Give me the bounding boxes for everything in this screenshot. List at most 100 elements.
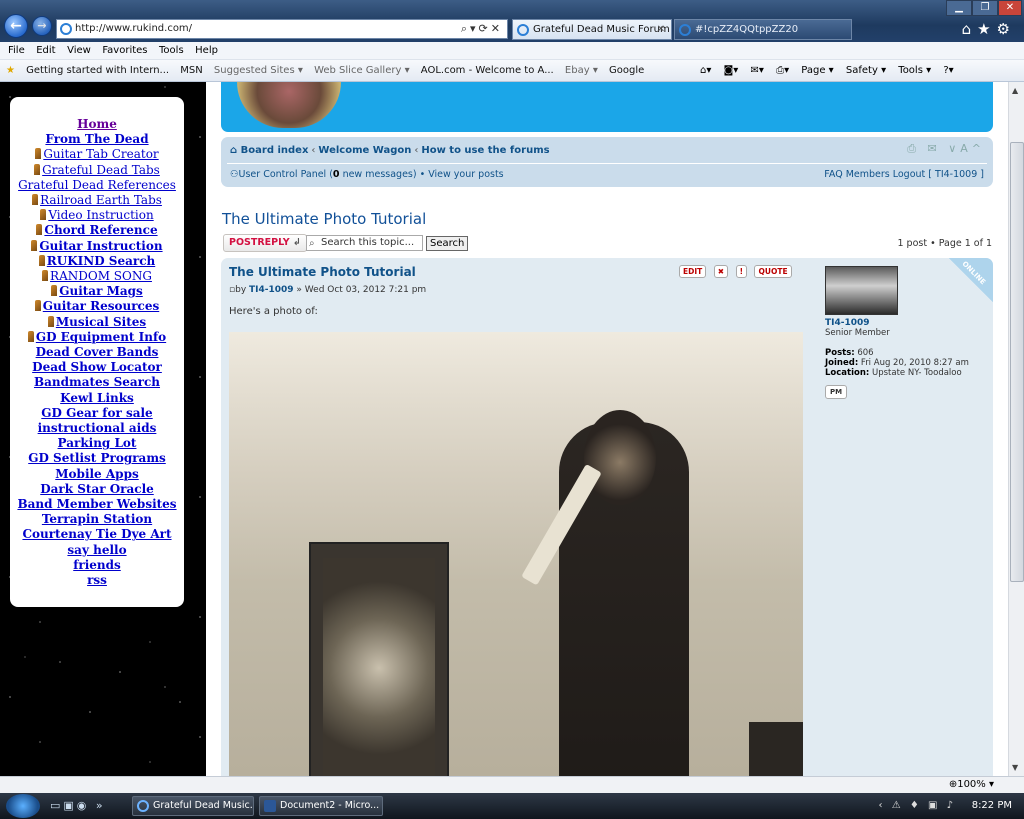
sidebar-link-video-instruction[interactable]: Video Instruction (10, 208, 184, 223)
user-control-panel[interactable]: ⚇User Control Panel (0 new messages) • V… (230, 169, 504, 180)
edit-button[interactable]: EDIT (679, 265, 707, 278)
sidebar-link-instructional-aids[interactable]: instructional aids (10, 421, 184, 436)
menu-help[interactable]: Help (195, 42, 218, 60)
profile-name[interactable]: TI4-1009 (825, 318, 985, 328)
menu-edit[interactable]: Edit (36, 42, 55, 60)
page-menu[interactable]: Page ▾ (801, 65, 833, 76)
tab-grateful-dead-forum[interactable]: Grateful Dead Music Forum ✕ (512, 19, 672, 40)
address-bar[interactable]: http://www.rukind.com/ ⌕▾⟳✕ (56, 19, 508, 39)
sidebar-link-guitar-mags[interactable]: Guitar Mags (10, 284, 184, 299)
sidebar-link-railroad-earth-tabs[interactable]: Railroad Earth Tabs (10, 193, 184, 208)
tab-second[interactable]: #!cpZZ4QQtppZZ20 (674, 19, 852, 40)
avatar[interactable] (825, 266, 898, 315)
menu-favorites[interactable]: Favorites (102, 42, 147, 60)
search-topic-input[interactable]: ⌕ Search this topic... (306, 235, 423, 251)
sidebar-link-band-member-websites[interactable]: Band Member Websites (10, 497, 184, 512)
sidebar-link-label: Guitar Tab Creator (43, 147, 159, 162)
sidebar-link-label: Dead Cover Bands (35, 345, 159, 360)
task-ie[interactable]: Grateful Dead Music... (132, 796, 254, 816)
forward-button[interactable]: → (32, 16, 52, 36)
sidebar-link-guitar-instruction[interactable]: Guitar Instruction (10, 239, 184, 254)
sidebar-link-dead-show-locator[interactable]: Dead Show Locator (10, 360, 184, 375)
close-button[interactable]: ✕ (998, 0, 1022, 16)
menu-file[interactable]: File (8, 42, 25, 60)
breadcrumb-board-index[interactable]: Board index (241, 145, 309, 156)
sidebar-link-random-song[interactable]: RANDOM SONG (10, 269, 184, 284)
close-tab-icon[interactable]: ✕ (657, 20, 665, 40)
fav-web-slice[interactable]: Web Slice Gallery ▾ (314, 60, 410, 81)
sidebar-link-say-hello[interactable]: say hello (10, 543, 184, 558)
help-icon[interactable]: ?▾ (943, 65, 953, 76)
faq-members-logout[interactable]: FAQ Members Logout [ TI4-1009 ] (824, 169, 984, 180)
favorites-star-icon[interactable]: ★ (6, 60, 15, 81)
sidebar-link-terrapin-station[interactable]: Terrapin Station (10, 512, 184, 527)
system-tray-icons[interactable]: ‹ ⚠ ♦ ▣ ♪ (879, 800, 956, 811)
delete-button[interactable]: ✖ (713, 265, 729, 278)
sidebar-link-home[interactable]: Home (10, 117, 184, 132)
fav-msn[interactable]: MSN (180, 60, 202, 81)
task-word[interactable]: Document2 - Micro... (259, 796, 383, 816)
print-icon[interactable]: ⎙▾ (776, 65, 789, 76)
vertical-scrollbar[interactable]: ▲ ▼ (1008, 82, 1024, 776)
sidebar-link-bandmates-search[interactable]: Bandmates Search (10, 375, 184, 390)
sidebar-link-courtenay-tie-dye-art[interactable]: Courtenay Tie Dye Art (10, 527, 184, 542)
scroll-up-icon[interactable]: ▲ (1012, 86, 1018, 95)
sidebar-link-label: Chord Reference (44, 223, 158, 238)
topic-title[interactable]: The Ultimate Photo Tutorial (222, 210, 426, 228)
sidebar-link-grateful-dead-tabs[interactable]: Grateful Dead Tabs (10, 163, 184, 178)
sidebar-link-kewl-links[interactable]: Kewl Links (10, 391, 184, 406)
menu-view[interactable]: View (67, 42, 91, 60)
zoom-level[interactable]: ⊕100% ▾ (949, 777, 994, 793)
safety-menu[interactable]: Safety ▾ (846, 65, 886, 76)
fav-google[interactable]: Google (609, 60, 644, 81)
tools-menu[interactable]: Tools ▾ (898, 65, 931, 76)
sidebar-link-mobile-apps[interactable]: Mobile Apps (10, 467, 184, 482)
sidebar-link-gd-gear-for-sale[interactable]: GD Gear for sale (10, 406, 184, 421)
scrollbar-thumb[interactable] (1010, 142, 1024, 582)
sidebar-link-dark-star-oracle[interactable]: Dark Star Oracle (10, 482, 184, 497)
guitar-icon (32, 194, 39, 206)
home-favorites-tools-icons[interactable]: ⌂★⚙ (962, 20, 1016, 38)
sidebar-link-label: Bandmates Search (33, 375, 161, 390)
back-button[interactable]: ← (4, 14, 28, 38)
pm-button[interactable]: PM (825, 385, 847, 399)
sidebar-link-rukind-search[interactable]: RUKIND Search (10, 254, 184, 269)
search-button[interactable]: Search (426, 236, 469, 251)
report-button[interactable]: ! (735, 265, 747, 278)
home-icon[interactable]: ⌂▾ (700, 65, 711, 76)
minimize-button[interactable]: ▁ (946, 0, 972, 16)
quick-launch-icons[interactable]: ▭▣◉ » (50, 799, 106, 812)
menu-tools[interactable]: Tools (159, 42, 184, 60)
mail-icon[interactable]: ✉▾ (750, 65, 763, 76)
sidebar-link-musical-sites[interactable]: Musical Sites (10, 315, 184, 330)
page-tools-icons[interactable]: ⎙ ✉ ∨A^ (907, 142, 985, 156)
fav-getting-started[interactable]: Getting started with Intern... (26, 60, 169, 81)
start-button[interactable] (6, 794, 40, 818)
sidebar-link-friends[interactable]: friends (10, 558, 184, 573)
fav-suggested-sites[interactable]: Suggested Sites ▾ (214, 60, 303, 81)
post-reply-button[interactable]: POSTREPLY ↲ (223, 234, 307, 252)
breadcrumb-welcome-wagon[interactable]: Welcome Wagon (318, 145, 411, 156)
fav-ebay[interactable]: Ebay ▾ (565, 60, 598, 81)
sidebar-link-chord-reference[interactable]: Chord Reference (10, 223, 184, 238)
sidebar-link-parking-lot[interactable]: Parking Lot (10, 436, 184, 451)
sidebar-link-gd-setlist-programs[interactable]: GD Setlist Programs (10, 451, 184, 466)
quote-button[interactable]: QUOTE (754, 265, 792, 278)
feeds-icon[interactable]: ◙▾ (724, 65, 739, 76)
sidebar-link-guitar-tab-creator[interactable]: Guitar Tab Creator (10, 147, 184, 162)
sidebar-link-dead-cover-bands[interactable]: Dead Cover Bands (10, 345, 184, 360)
sidebar-link-grateful-dead-references[interactable]: Grateful Dead References (10, 178, 184, 193)
sidebar-link-label: Grateful Dead Tabs (42, 162, 160, 177)
maximize-button[interactable]: ❐ (972, 0, 998, 16)
address-tools-icon[interactable]: ⌕▾⟳✕ (461, 20, 503, 38)
sidebar-link-guitar-resources[interactable]: Guitar Resources (10, 299, 184, 314)
post-title[interactable]: The Ultimate Photo Tutorial (229, 265, 416, 279)
sidebar-link-gd-equipment-info[interactable]: GD Equipment Info (10, 330, 184, 345)
guitar-icon (31, 239, 38, 251)
fav-aol[interactable]: AOL.com - Welcome to A... (421, 60, 554, 81)
sidebar-link-rss[interactable]: rss (10, 573, 184, 588)
breadcrumb-how-to-use[interactable]: How to use the forums (421, 145, 549, 156)
post-author[interactable]: TI4-1009 (249, 285, 294, 295)
sidebar-link-from-the-dead[interactable]: From The Dead (10, 132, 184, 147)
scroll-down-icon[interactable]: ▼ (1012, 763, 1018, 772)
